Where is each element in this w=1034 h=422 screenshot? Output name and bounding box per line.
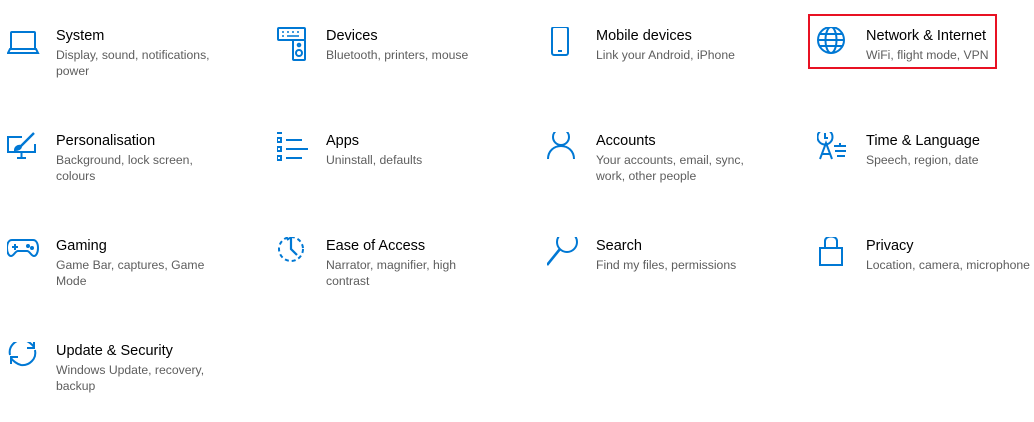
tile-title: Gaming xyxy=(56,238,107,254)
tile-search[interactable]: Search Find my files, permissions xyxy=(547,237,787,317)
globe-icon xyxy=(817,27,853,63)
tile-mobile-devices[interactable]: Mobile devices Link your Android, iPhone xyxy=(547,27,787,107)
tile-description: Link your Android, iPhone xyxy=(596,48,735,62)
phone-icon xyxy=(547,27,583,63)
tile-ease-of-access[interactable]: Ease of Access Narrator, magnifier, high… xyxy=(277,237,517,317)
tile-description: WiFi, flight mode, VPN xyxy=(866,48,989,62)
lock-icon xyxy=(817,237,853,273)
laptop-icon xyxy=(7,27,43,63)
tile-description: Your accounts, email, sync, work, other … xyxy=(596,153,744,183)
tile-title: Apps xyxy=(326,133,360,149)
paint-monitor-icon xyxy=(7,132,43,168)
tile-privacy[interactable]: Privacy Location, camera, microphone xyxy=(817,237,1034,317)
tile-title: System xyxy=(56,28,105,44)
gamepad-icon xyxy=(7,237,43,273)
tile-apps[interactable]: Apps Uninstall, defaults xyxy=(277,132,517,212)
app-list-icon xyxy=(277,132,313,168)
tile-title: Ease of Access xyxy=(326,238,426,254)
tile-title: Network & Internet xyxy=(866,28,987,44)
tile-description: Bluetooth, printers, mouse xyxy=(326,48,469,62)
tile-description: Speech, region, date xyxy=(866,153,979,167)
tile-title: Devices xyxy=(326,28,378,44)
tile-description: Display, sound, notifications, power xyxy=(56,48,210,78)
tile-title: Personalisation xyxy=(56,133,156,149)
clock-language-icon xyxy=(817,132,853,168)
tile-personalisation[interactable]: Personalisation Background, lock screen,… xyxy=(7,132,247,212)
tile-title: Time & Language xyxy=(866,133,980,149)
tile-title: Accounts xyxy=(596,133,656,149)
tile-description: Uninstall, defaults xyxy=(326,153,423,167)
person-icon xyxy=(547,132,583,168)
search-icon xyxy=(547,237,583,273)
tile-devices[interactable]: Devices Bluetooth, printers, mouse xyxy=(277,27,517,107)
tile-description: Narrator, magnifier, high contrast xyxy=(326,258,457,288)
tile-description: Location, camera, microphone xyxy=(866,258,1030,272)
tile-title: Mobile devices xyxy=(596,28,692,44)
tile-system[interactable]: System Display, sound, notifications, po… xyxy=(7,27,247,107)
tile-title: Privacy xyxy=(866,238,914,254)
ease-of-access-icon xyxy=(277,237,313,273)
tile-update-security[interactable]: Update & Security Windows Update, recove… xyxy=(7,342,247,422)
tile-description: Windows Update, recovery, backup xyxy=(56,363,205,393)
tile-title: Update & Security xyxy=(56,343,173,359)
sync-icon xyxy=(7,342,43,378)
tile-time-language[interactable]: Time & Language Speech, region, date xyxy=(817,132,1034,212)
tile-description: Find my files, permissions xyxy=(596,258,737,272)
tile-accounts[interactable]: Accounts Your accounts, email, sync, wor… xyxy=(547,132,787,212)
tile-network-internet[interactable]: Network & Internet WiFi, flight mode, VP… xyxy=(817,27,1034,107)
tile-description: Game Bar, captures, Game Mode xyxy=(56,258,205,288)
tile-gaming[interactable]: Gaming Game Bar, captures, Game Mode xyxy=(7,237,247,317)
keyboard-speaker-icon xyxy=(277,27,313,63)
tile-description: Background, lock screen, colours xyxy=(56,153,193,183)
tile-title: Search xyxy=(596,238,642,254)
